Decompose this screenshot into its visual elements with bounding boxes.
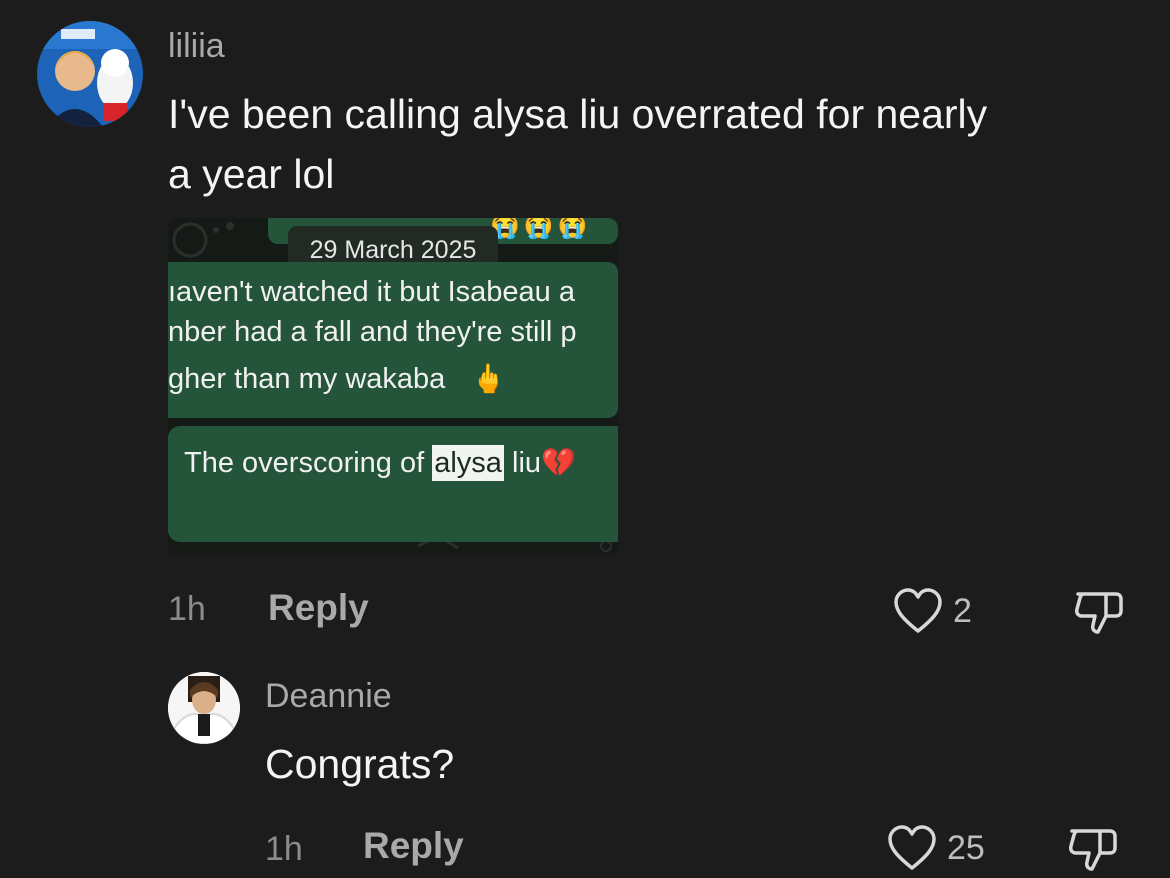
like-button[interactable]: 2: [893, 588, 972, 634]
comment-text: I've been calling alysa liu overrated fo…: [168, 84, 987, 204]
avatar[interactable]: [168, 672, 240, 744]
comment-text-line: I've been calling alysa liu overrated fo…: [168, 91, 988, 137]
dislike-icon: [1075, 592, 1123, 634]
comment-liliia: liliia I've been calling alysa liu overr…: [0, 0, 1170, 650]
message-line: gher than my wakaba 🖕: [168, 362, 506, 396]
emoji-row: 😭😭😭: [490, 218, 592, 240]
message-bubble: The overscoring of alysa liu💔: [168, 426, 618, 542]
dislike-button[interactable]: [1066, 825, 1118, 878]
avatar-image: [37, 21, 143, 127]
avatar[interactable]: [37, 21, 143, 127]
username[interactable]: Deannie: [265, 677, 392, 716]
message-bubble: ıaven't watched it but Isabeau a nber ha…: [168, 262, 618, 418]
highlighted-word: alysa: [432, 445, 504, 481]
emoji: 💔: [541, 447, 576, 478]
timestamp: 1h: [168, 590, 206, 628]
message-line: The overscoring of alysa liu💔: [184, 445, 576, 481]
username[interactable]: liliia: [168, 27, 225, 66]
message-text: liu: [503, 447, 542, 479]
attached-image[interactable]: 😭😭😭 29 March 2025 ıaven't watched it but…: [168, 218, 618, 555]
heart-icon: [894, 588, 942, 633]
heart-icon: [888, 825, 936, 870]
timestamp: 1h: [265, 830, 303, 868]
like-count: 2: [953, 591, 972, 630]
avatar-image: [168, 672, 240, 744]
reply-button[interactable]: Reply: [268, 587, 369, 629]
message-line: ıaven't watched it but Isabeau a: [168, 276, 575, 308]
message-line-text: gher than my wakaba: [168, 363, 446, 395]
like-button[interactable]: 25: [887, 825, 985, 871]
comment-deannie: Deannie Congrats? 1h Reply 25: [0, 650, 1170, 877]
comment-text-line: a year lol: [168, 151, 335, 197]
dislike-button[interactable]: [1072, 588, 1124, 641]
dislike-icon: [1069, 829, 1117, 871]
emoji: 🖕: [471, 363, 507, 394]
comment-text: Congrats?: [265, 741, 455, 787]
message-line: nber had a fall and they're still p: [168, 316, 577, 348]
message-text: The overscoring of: [184, 447, 433, 479]
reply-button[interactable]: Reply: [363, 825, 464, 867]
like-count: 25: [947, 828, 985, 867]
